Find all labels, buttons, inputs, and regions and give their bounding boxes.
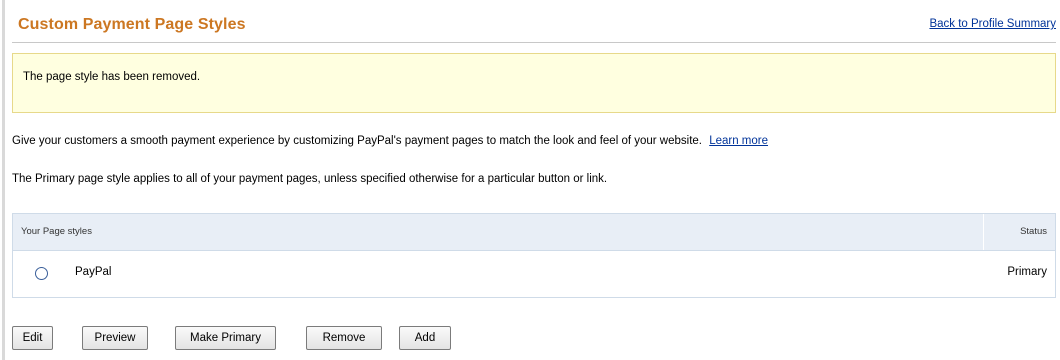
page-styles-table: Your Page styles Status PayPal Primary <box>12 213 1056 298</box>
table-row: PayPal Primary <box>13 251 1055 297</box>
page-title: Custom Payment Page Styles <box>18 16 246 33</box>
primary-style-note: The Primary page style applies to all of… <box>12 173 608 185</box>
preview-button[interactable]: Preview <box>82 326 148 350</box>
intro-text: Give your customers a smooth payment exp… <box>12 135 702 147</box>
page-frame-border <box>2 0 5 360</box>
page-header: Custom Payment Page Styles Back to Profi… <box>12 8 1056 43</box>
confirmation-message-text: The page style has been removed. <box>23 71 201 83</box>
make-primary-button[interactable]: Make Primary <box>175 326 276 350</box>
page-style-radio[interactable] <box>35 267 48 280</box>
learn-more-link[interactable]: Learn more <box>709 135 768 147</box>
edit-button[interactable]: Edit <box>12 326 53 350</box>
table-header-row: Your Page styles Status <box>13 214 1055 251</box>
page-style-status: Primary <box>1007 266 1047 278</box>
header-divider <box>983 214 984 250</box>
back-to-profile-summary-link[interactable]: Back to Profile Summary <box>929 18 1056 30</box>
page-style-name: PayPal <box>75 266 112 278</box>
intro-paragraph: Give your customers a smooth payment exp… <box>12 135 768 147</box>
add-button[interactable]: Add <box>399 326 451 350</box>
column-header-status: Status <box>1020 226 1047 237</box>
column-header-page-styles: Your Page styles <box>21 226 92 237</box>
remove-button[interactable]: Remove <box>306 326 382 350</box>
confirmation-message-box: The page style has been removed. <box>12 53 1056 113</box>
